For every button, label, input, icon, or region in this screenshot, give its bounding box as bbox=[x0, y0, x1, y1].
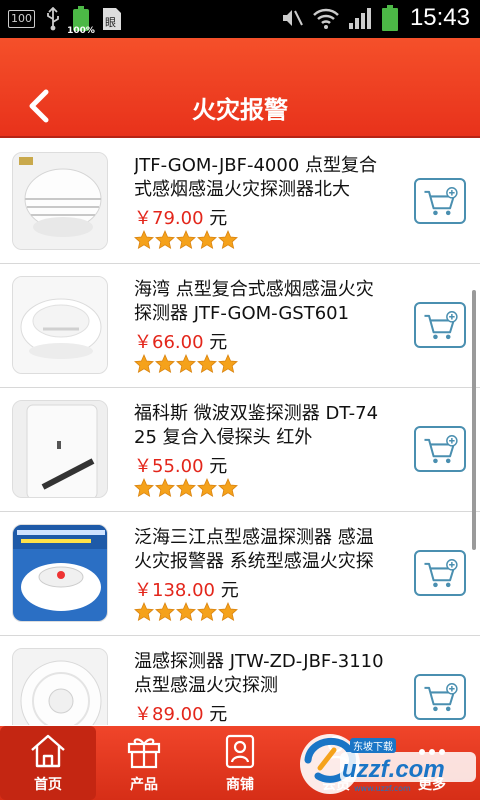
watermark-logo: 东坡下载 uzzf.com www.uzzf.com bbox=[290, 716, 480, 800]
app-header: 火灾报警 bbox=[0, 38, 480, 138]
star-icon bbox=[218, 354, 238, 374]
nav-home[interactable]: 首页 bbox=[0, 726, 96, 800]
product-thumbnail[interactable] bbox=[12, 648, 108, 725]
add-to-cart-icon[interactable] bbox=[414, 178, 466, 224]
star-icon bbox=[197, 602, 217, 622]
nav-shop[interactable]: 商铺 bbox=[192, 726, 288, 800]
usb-icon bbox=[47, 7, 59, 31]
star-icon bbox=[218, 230, 238, 250]
star-icon bbox=[218, 602, 238, 622]
add-to-cart-icon[interactable] bbox=[414, 302, 466, 348]
status-time: 15:43 bbox=[409, 4, 470, 31]
product-price: ￥55.00 元 bbox=[134, 456, 228, 477]
sim-card-icon: 眼 bbox=[103, 8, 121, 30]
mute-icon bbox=[282, 10, 303, 26]
product-price: ￥89.00 元 bbox=[134, 704, 228, 725]
page-title: 火灾报警 bbox=[192, 96, 288, 124]
rating-stars bbox=[134, 478, 238, 498]
product-title[interactable]: 温感探测器 JTW-ZD-JBF-3110点型感温火灾探测 bbox=[134, 650, 388, 698]
scrollbar[interactable] bbox=[472, 290, 476, 550]
star-icon bbox=[176, 230, 196, 250]
home-icon bbox=[31, 734, 65, 768]
add-to-cart-icon[interactable] bbox=[414, 426, 466, 472]
gift-icon bbox=[127, 738, 161, 769]
add-to-cart-icon[interactable] bbox=[414, 674, 466, 720]
star-icon bbox=[134, 230, 154, 250]
rating-stars bbox=[134, 602, 238, 622]
star-icon bbox=[155, 602, 175, 622]
star-icon bbox=[176, 478, 196, 498]
star-icon bbox=[197, 478, 217, 498]
product-title[interactable]: JTF-GOM-JBF-4000 点型复合式感烟感温火灾探测器北大 bbox=[134, 154, 388, 202]
star-icon bbox=[197, 354, 217, 374]
status-right: 15:43 bbox=[280, 4, 470, 32]
star-icon bbox=[155, 230, 175, 250]
status-bar: 100 100% 眼 15:43 bbox=[0, 0, 480, 38]
status-left: 100 100% 眼 bbox=[8, 6, 123, 36]
rating-stars bbox=[134, 354, 238, 374]
product-item[interactable]: 温感探测器 JTW-ZD-JBF-3110点型感温火灾探测 ￥89.00 元 bbox=[0, 636, 480, 725]
star-icon bbox=[155, 354, 175, 374]
svg-text:眼: 眼 bbox=[105, 16, 116, 29]
product-title[interactable]: 福科斯 微波双鉴探测器 DT-7425 复合入侵探头 红外 bbox=[134, 402, 388, 450]
product-price: ￥138.00 元 bbox=[134, 580, 239, 601]
product-price: ￥66.00 元 bbox=[134, 332, 228, 353]
product-thumbnail[interactable] bbox=[12, 524, 108, 622]
battery-full-icon: 100% bbox=[67, 6, 95, 36]
product-thumbnail[interactable] bbox=[12, 400, 108, 498]
product-item[interactable]: 泛海三江点型感温探测器 感温火灾报警器 系统型感温火灾探 ￥138.00 元 bbox=[0, 512, 480, 636]
product-item[interactable]: JTF-GOM-JBF-4000 点型复合式感烟感温火灾探测器北大 ￥79.00… bbox=[0, 140, 480, 264]
wifi-icon bbox=[313, 8, 339, 29]
product-title[interactable]: 泛海三江点型感温探测器 感温火灾报警器 系统型感温火灾探 bbox=[134, 526, 388, 574]
star-icon bbox=[176, 602, 196, 622]
battery-icon bbox=[381, 5, 398, 31]
product-list[interactable]: JTF-GOM-JBF-4000 点型复合式感烟感温火灾探测器北大 ￥79.00… bbox=[0, 140, 480, 725]
product-title[interactable]: 海湾 点型复合式感烟感温火灾探测器 JTF-GOM-GST601 bbox=[134, 278, 388, 326]
star-icon bbox=[155, 478, 175, 498]
shop-icon bbox=[225, 734, 255, 769]
star-icon bbox=[197, 230, 217, 250]
notification-100-icon: 100 bbox=[8, 10, 35, 28]
product-item[interactable]: 福科斯 微波双鉴探测器 DT-7425 复合入侵探头 红外 ￥55.00 元 bbox=[0, 388, 480, 512]
add-to-cart-icon[interactable] bbox=[414, 550, 466, 596]
nav-products[interactable]: 产品 bbox=[96, 726, 192, 800]
star-icon bbox=[218, 478, 238, 498]
product-thumbnail[interactable] bbox=[12, 152, 108, 250]
product-price: ￥79.00 元 bbox=[134, 208, 228, 229]
signal-icon bbox=[348, 8, 371, 29]
product-item[interactable]: 海湾 点型复合式感烟感温火灾探测器 JTF-GOM-GST601 ￥66.00 … bbox=[0, 264, 480, 388]
star-icon bbox=[176, 354, 196, 374]
star-icon bbox=[134, 478, 154, 498]
product-thumbnail[interactable] bbox=[12, 276, 108, 374]
rating-stars bbox=[134, 230, 238, 250]
star-icon bbox=[134, 602, 154, 622]
star-icon bbox=[134, 354, 154, 374]
